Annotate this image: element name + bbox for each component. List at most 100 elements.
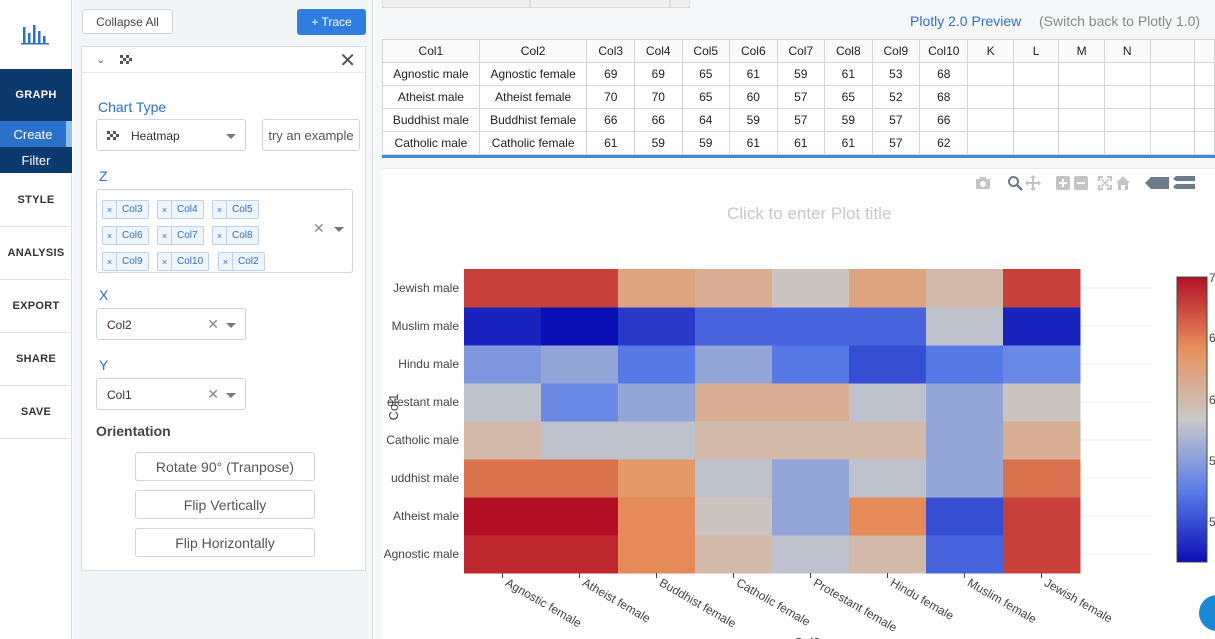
x-clear-icon[interactable]: ✕: [207, 316, 219, 333]
heatmap-cell[interactable]: [695, 383, 773, 422]
y-axis-title[interactable]: Col1: [386, 394, 401, 421]
table-cell[interactable]: 61: [824, 131, 873, 155]
heatmap-cell[interactable]: [849, 535, 927, 574]
table-cell[interactable]: 61: [729, 131, 778, 155]
table-cell[interactable]: [967, 85, 1014, 109]
heatmap-cell[interactable]: [464, 421, 542, 460]
nav-filter[interactable]: Filter: [0, 147, 72, 173]
heatmap-cell[interactable]: [849, 459, 927, 498]
table-cell[interactable]: 66: [586, 108, 635, 132]
table-cell[interactable]: 70: [634, 85, 683, 109]
heatmap-cell[interactable]: [926, 497, 1004, 536]
table-cell[interactable]: [967, 62, 1014, 86]
switch-back-link[interactable]: (Switch back to Plotly 1.0): [1039, 13, 1200, 29]
nav-share[interactable]: SHARE: [0, 333, 72, 386]
z-chip[interactable]: × Col7: [157, 226, 204, 245]
table-cell[interactable]: 60: [729, 85, 778, 109]
table-cell[interactable]: 66: [634, 108, 683, 132]
table-cell[interactable]: [1103, 62, 1151, 86]
table-cell[interactable]: 59: [729, 108, 778, 132]
heatmap-cell[interactable]: [464, 345, 542, 384]
table-cell[interactable]: 57: [776, 85, 826, 109]
table-cell[interactable]: [1058, 85, 1105, 109]
heatmap-cell[interactable]: [695, 345, 773, 384]
table-cell[interactable]: Catholic female: [478, 131, 588, 155]
column-header[interactable]: N: [1103, 39, 1151, 63]
heatmap-cell[interactable]: [695, 421, 773, 460]
heatmap-cell[interactable]: [618, 307, 696, 346]
heatmap-cell[interactable]: [772, 307, 850, 346]
chip-remove-icon[interactable]: ×: [103, 201, 117, 218]
try-example-button[interactable]: try an example: [262, 119, 360, 151]
z-chip[interactable]: × Col3: [102, 200, 149, 219]
table-cell[interactable]: [1194, 108, 1215, 132]
tab-extra[interactable]: [670, 0, 690, 8]
table-cell[interactable]: 57: [871, 108, 921, 132]
table-cell[interactable]: 69: [586, 62, 635, 86]
heatmap-cell[interactable]: [772, 383, 850, 422]
column-header[interactable]: [1194, 39, 1215, 63]
heatmap-cell[interactable]: [541, 345, 619, 384]
table-cell[interactable]: [1012, 62, 1060, 86]
z-clear-icon[interactable]: ✕: [313, 220, 325, 237]
column-header[interactable]: Col6: [729, 39, 778, 63]
heatmap-cell[interactable]: [541, 421, 619, 460]
heatmap-cell[interactable]: [618, 345, 696, 384]
column-header[interactable]: [1149, 39, 1195, 63]
column-header[interactable]: Col2: [478, 39, 588, 63]
heatmap-cell[interactable]: [618, 383, 696, 422]
chip-remove-icon[interactable]: ×: [219, 253, 233, 270]
heatmap-cell[interactable]: [772, 459, 850, 498]
heatmap-cell[interactable]: [618, 269, 696, 308]
column-header[interactable]: M: [1058, 39, 1105, 63]
chart-type-dropdown[interactable]: Heatmap: [96, 119, 246, 151]
heatmap-cell[interactable]: [926, 307, 1004, 346]
table-cell[interactable]: [1058, 131, 1105, 155]
table-cell[interactable]: 59: [681, 131, 731, 155]
chip-remove-icon[interactable]: ×: [158, 253, 172, 270]
column-header[interactable]: Col7: [776, 39, 826, 63]
table-cell[interactable]: 69: [634, 62, 683, 86]
x-column-dropdown[interactable]: Col2 ✕: [96, 308, 246, 340]
flip-vertically-button[interactable]: Flip Vertically: [135, 490, 315, 519]
table-cell[interactable]: [967, 131, 1014, 155]
table-cell[interactable]: 59: [776, 62, 826, 86]
column-header[interactable]: Col10: [919, 39, 969, 63]
table-cell[interactable]: [1149, 131, 1195, 155]
heatmap-cell[interactable]: [541, 269, 619, 308]
column-header[interactable]: Col1: [382, 39, 480, 63]
table-cell[interactable]: Buddhist male: [382, 108, 480, 132]
heatmap-cell[interactable]: [926, 421, 1004, 460]
z-column-select[interactable]: × Col3 × Col4 × Col5 × Col6 × Col7 × Col8 × Col9 × Col1…: [96, 189, 353, 273]
heatmap-cell[interactable]: [772, 345, 850, 384]
chevron-down-icon[interactable]: ⌄: [96, 53, 105, 66]
z-chip[interactable]: × Col8: [212, 226, 259, 245]
table-cell[interactable]: 65: [681, 85, 731, 109]
z-chip[interactable]: × Col9: [102, 252, 149, 271]
chip-remove-icon[interactable]: ×: [213, 227, 227, 244]
table-cell[interactable]: [1149, 85, 1195, 109]
table-cell[interactable]: [1058, 62, 1105, 86]
column-header[interactable]: Col3: [586, 39, 635, 63]
heatmap-cell[interactable]: [695, 459, 773, 498]
column-header[interactable]: K: [967, 39, 1014, 63]
heatmap-cell[interactable]: [1003, 459, 1081, 498]
heatmap-cell[interactable]: [1003, 383, 1081, 422]
nav-style[interactable]: STYLE: [0, 174, 72, 227]
column-header[interactable]: L: [1012, 39, 1060, 63]
heatmap-cell[interactable]: [926, 269, 1004, 308]
table-cell[interactable]: [1012, 131, 1060, 155]
heatmap-cell[interactable]: [772, 269, 850, 308]
table-cell[interactable]: 68: [919, 85, 969, 109]
table-cell[interactable]: 59: [634, 131, 683, 155]
table-cell[interactable]: [1103, 131, 1151, 155]
heatmap-cell[interactable]: [926, 459, 1004, 498]
nav-create[interactable]: Create: [0, 121, 72, 147]
heatmap-cell[interactable]: [618, 459, 696, 498]
nav-export[interactable]: EXPORT: [0, 280, 72, 333]
column-header[interactable]: Col5: [681, 39, 731, 63]
heatmap-cell[interactable]: [1003, 269, 1081, 308]
heatmap-cell[interactable]: [541, 307, 619, 346]
chip-remove-icon[interactable]: ×: [213, 201, 227, 218]
heatmap-cell[interactable]: [1003, 307, 1081, 346]
